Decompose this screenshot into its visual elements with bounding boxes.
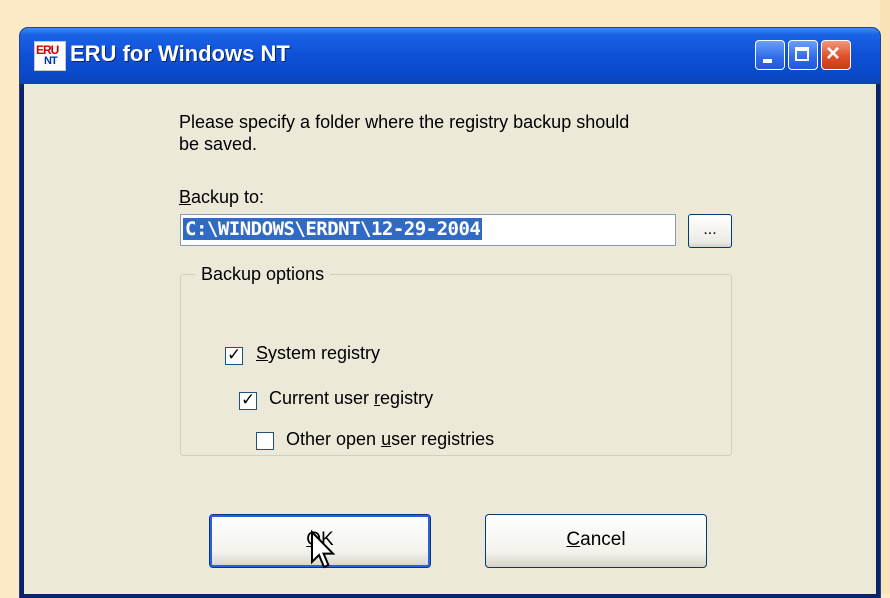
- system-registry-checkbox[interactable]: ✓: [225, 345, 243, 365]
- backup-path-value: C:\WINDOWS\ERDNT\12-29-2004: [183, 218, 483, 240]
- close-icon: ×: [826, 40, 841, 67]
- current-user-registry-label[interactable]: Current user registry: [269, 388, 433, 409]
- browse-button[interactable]: ...: [688, 214, 732, 248]
- backup-label-accel: B: [179, 187, 192, 207]
- window-title: ERU for Windows NT: [70, 41, 290, 66]
- dialog-window: ERU NT ERU for Windows NT × Please speci…: [20, 28, 880, 598]
- option-label-accel: S: [256, 343, 269, 363]
- maximize-icon: [795, 47, 809, 61]
- backup-options-title: Backup options: [195, 264, 331, 285]
- option-label-post: ser registries: [391, 429, 495, 449]
- minimize-button[interactable]: [755, 40, 785, 70]
- option-label-post: ystem registry: [268, 343, 381, 363]
- other-user-registries-checkbox[interactable]: [256, 432, 274, 450]
- cancel-rest: ancel: [580, 529, 626, 550]
- app-icon-text-bottom: NT: [44, 55, 58, 67]
- dialog-client-area: Please specify a folder where the regist…: [24, 84, 876, 594]
- instruction-text: Please specify a folder where the regist…: [179, 112, 630, 154]
- system-registry-label[interactable]: System registry: [256, 343, 380, 364]
- backup-to-label: Backup to:: [179, 187, 264, 208]
- eru-app-icon: ERU NT: [34, 41, 66, 71]
- option-label-accel: u: [381, 429, 392, 449]
- backup-path-field[interactable]: C:\WINDOWS\ERDNT\12-29-2004: [180, 214, 676, 246]
- checkmark-icon: ✓: [241, 390, 256, 410]
- background-strip: [880, 0, 890, 594]
- maximize-button[interactable]: [788, 40, 818, 70]
- mouse-pointer-icon: [311, 530, 336, 569]
- option-label-pre: Current user: [269, 388, 375, 408]
- checkmark-icon: ✓: [227, 345, 242, 365]
- backup-label-rest: ackup to:: [191, 187, 265, 207]
- option-label-post: egistry: [380, 388, 434, 408]
- other-user-registries-label[interactable]: Other open user registries: [286, 429, 494, 450]
- minimize-icon: [763, 59, 772, 63]
- close-button[interactable]: ×: [821, 40, 851, 70]
- cancel-button[interactable]: Cancel: [485, 514, 707, 568]
- title-bar[interactable]: ERU NT ERU for Windows NT ×: [20, 28, 880, 84]
- current-user-registry-checkbox[interactable]: ✓: [239, 390, 257, 410]
- cancel-accel: C: [566, 529, 581, 550]
- option-label-pre: Other open: [286, 429, 382, 449]
